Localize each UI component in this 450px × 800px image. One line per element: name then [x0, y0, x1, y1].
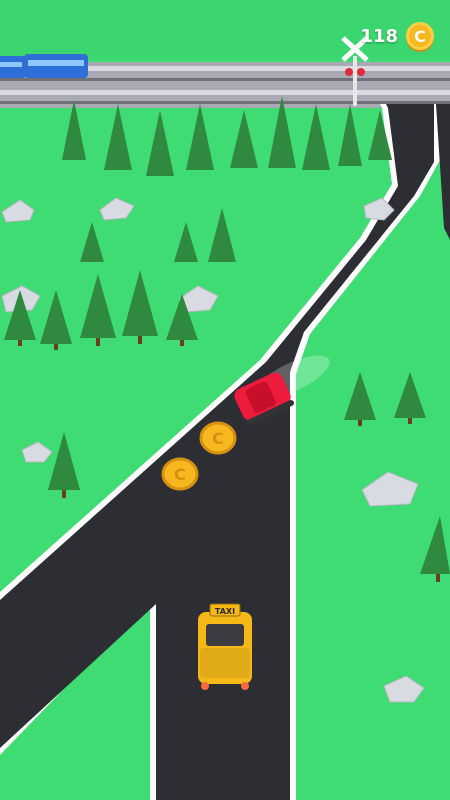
hud: 118 C — [360, 22, 434, 50]
coin-pickup: C — [161, 457, 199, 491]
taxi-sign-text: TAXI — [215, 607, 235, 616]
coin-pickup: C — [199, 421, 237, 455]
train — [0, 54, 88, 78]
game-scene[interactable]: C C TAXI — [0, 0, 450, 800]
coin-icon: C — [406, 22, 434, 50]
svg-text:C: C — [174, 465, 186, 484]
coin-count: 118 — [360, 25, 398, 47]
svg-text:C: C — [212, 429, 224, 448]
player-taxi[interactable]: TAXI — [198, 603, 252, 690]
